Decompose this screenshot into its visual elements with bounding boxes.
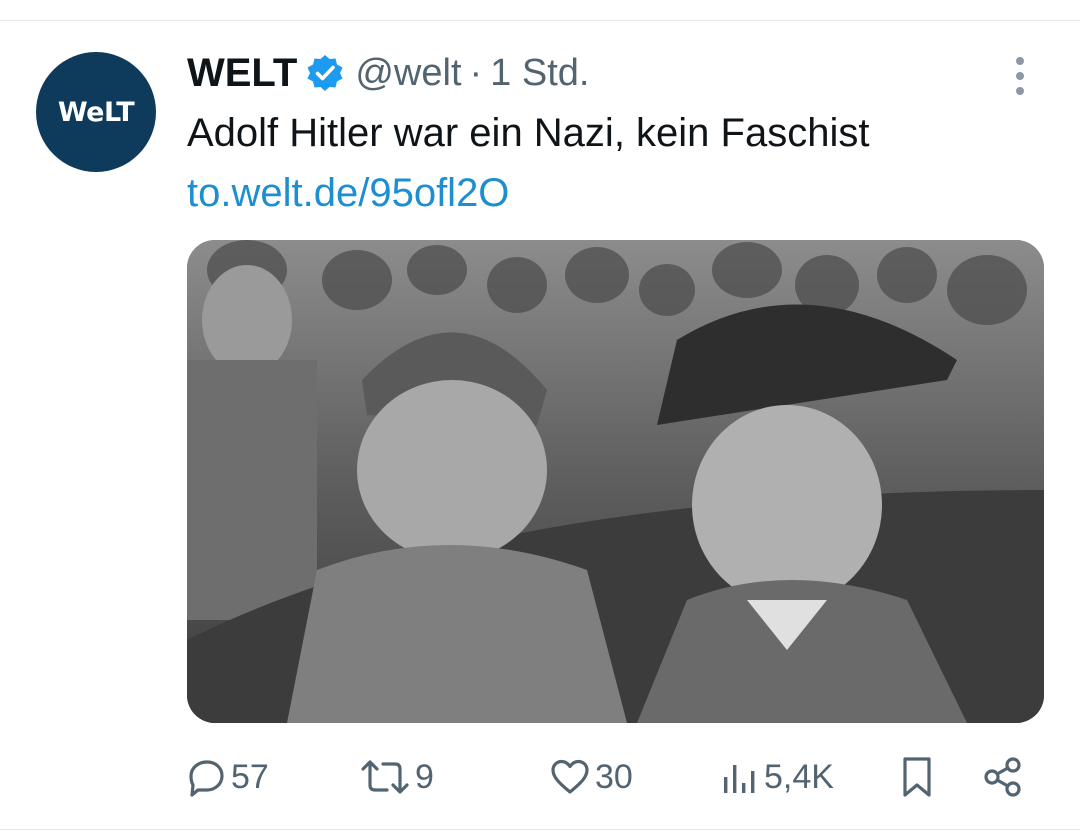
like-count: 30 [595, 757, 633, 796]
views-count: 5,4K [764, 757, 834, 796]
tweet-photo[interactable] [187, 240, 1044, 723]
verified-badge-icon[interactable] [305, 53, 345, 93]
tweet-link[interactable]: to.welt.de/95ofl2O [187, 168, 509, 218]
repost-icon [359, 757, 411, 797]
tweet-header: WELT @welt · 1 Std. [187, 48, 589, 98]
reply-icon [187, 757, 227, 797]
display-name[interactable]: WELT [187, 51, 297, 96]
tweet-text: Adolf Hitler war ein Nazi, kein Faschist [187, 111, 870, 155]
heart-icon [549, 757, 591, 797]
views-bar-icon [720, 757, 760, 797]
timestamp[interactable]: 1 Std. [490, 52, 589, 95]
views-button[interactable]: 5,4K [720, 752, 834, 802]
repost-button[interactable]: 9 [359, 752, 434, 802]
share-icon [982, 756, 1024, 798]
avatar-logo: WeLT [57, 96, 135, 128]
more-vertical-icon[interactable] [1010, 55, 1030, 97]
avatar[interactable]: WeLT [36, 52, 156, 172]
tweet-actions: 57 9 30 5,4K [187, 752, 1037, 802]
share-button[interactable] [982, 752, 1024, 802]
like-button[interactable]: 30 [549, 752, 633, 802]
bookmark-icon [897, 755, 937, 799]
reply-count: 57 [231, 757, 269, 796]
repost-count: 9 [415, 757, 434, 796]
top-divider [0, 20, 1080, 21]
bookmark-button[interactable] [897, 752, 937, 802]
handle[interactable]: @welt [355, 52, 461, 95]
bottom-divider [0, 829, 1080, 830]
separator-dot: · [469, 51, 483, 94]
reply-button[interactable]: 57 [187, 752, 269, 802]
